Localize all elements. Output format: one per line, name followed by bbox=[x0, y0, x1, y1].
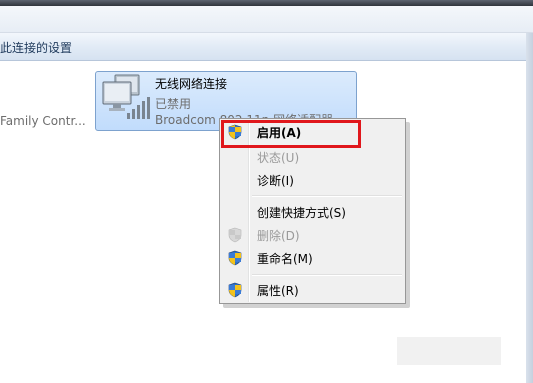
connection-name: 无线网络连接 bbox=[155, 77, 228, 91]
menu-item-rename-label: 重命名(M) bbox=[257, 252, 313, 266]
command-bar bbox=[0, 33, 533, 61]
connection-settings-command[interactable]: 此连接的设置 bbox=[0, 39, 72, 56]
uac-shield-icon bbox=[228, 282, 242, 298]
uac-shield-icon bbox=[228, 250, 242, 266]
menu-item-delete-label: 删除(D) bbox=[257, 229, 300, 243]
menu-separator-highlight bbox=[252, 196, 402, 197]
watermark-area bbox=[397, 337, 501, 365]
connection-item-family[interactable]: Family Contr... bbox=[0, 114, 86, 128]
uac-shield-disabled-icon bbox=[228, 227, 242, 243]
connection-status: 已禁用 bbox=[155, 97, 192, 111]
menu-item-status[interactable] bbox=[222, 146, 403, 168]
menu-item-diagnose-label: 诊断(I) bbox=[257, 174, 294, 188]
window-right-edge bbox=[526, 33, 533, 383]
menu-item-status-label: 状态(U) bbox=[257, 151, 300, 165]
address-bar-area bbox=[0, 6, 533, 33]
menu-item-diagnose[interactable] bbox=[222, 169, 403, 191]
menu-item-create-shortcut-label: 创建快捷方式(S) bbox=[257, 206, 346, 220]
menu-item-properties[interactable] bbox=[222, 279, 403, 301]
menu-item-properties-label: 属性(R) bbox=[257, 284, 299, 298]
menu-separator-highlight bbox=[252, 275, 402, 276]
menu-item-delete[interactable] bbox=[222, 223, 403, 245]
annotation-highlight-box bbox=[221, 120, 361, 148]
wireless-network-icon bbox=[102, 74, 150, 119]
